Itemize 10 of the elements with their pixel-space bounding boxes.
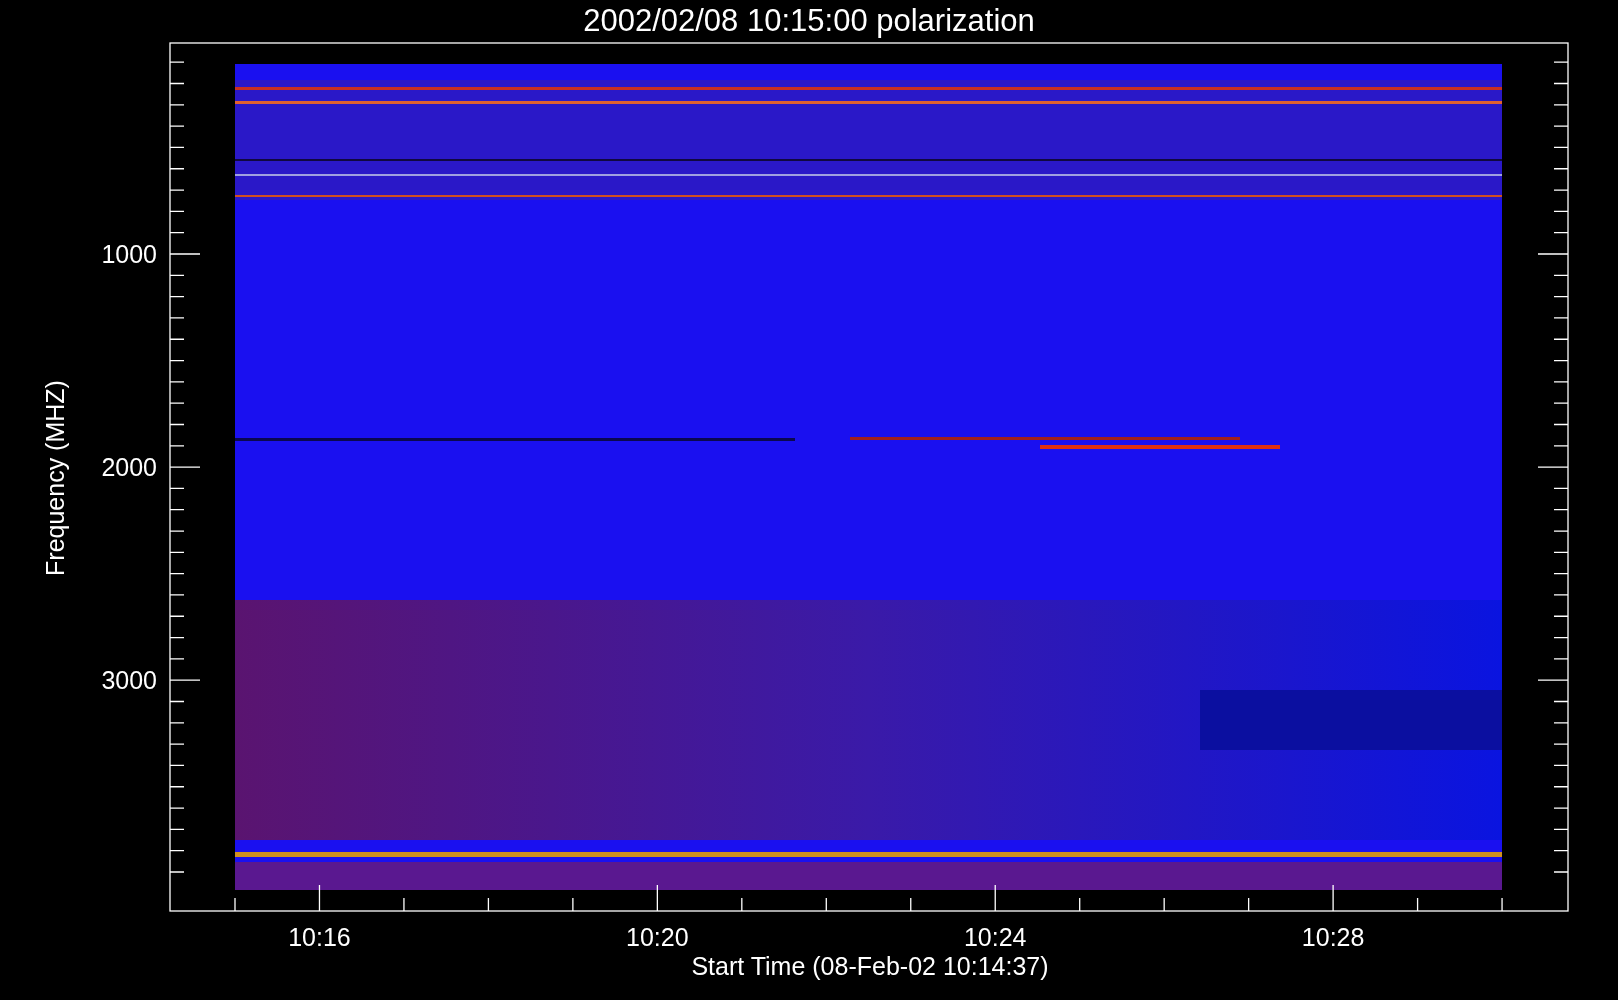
plot-title: 2002/02/08 10:15:00 polarization xyxy=(583,3,1035,38)
x-axis-label: Start Time (08-Feb-02 10:14:37) xyxy=(691,952,1049,980)
x-tick-label: 10:24 xyxy=(963,923,1027,951)
y-tick-label: 3000 xyxy=(101,666,157,695)
x-tick-label: 10:16 xyxy=(288,923,351,951)
y-tick-label: 1000 xyxy=(101,240,157,268)
x-tick-label: 10:28 xyxy=(1301,923,1365,951)
y-tick-label: 2000 xyxy=(101,453,157,482)
y-axis-label: Frequency (MHZ) xyxy=(41,380,69,576)
x-tick-label: 10:20 xyxy=(626,923,689,951)
